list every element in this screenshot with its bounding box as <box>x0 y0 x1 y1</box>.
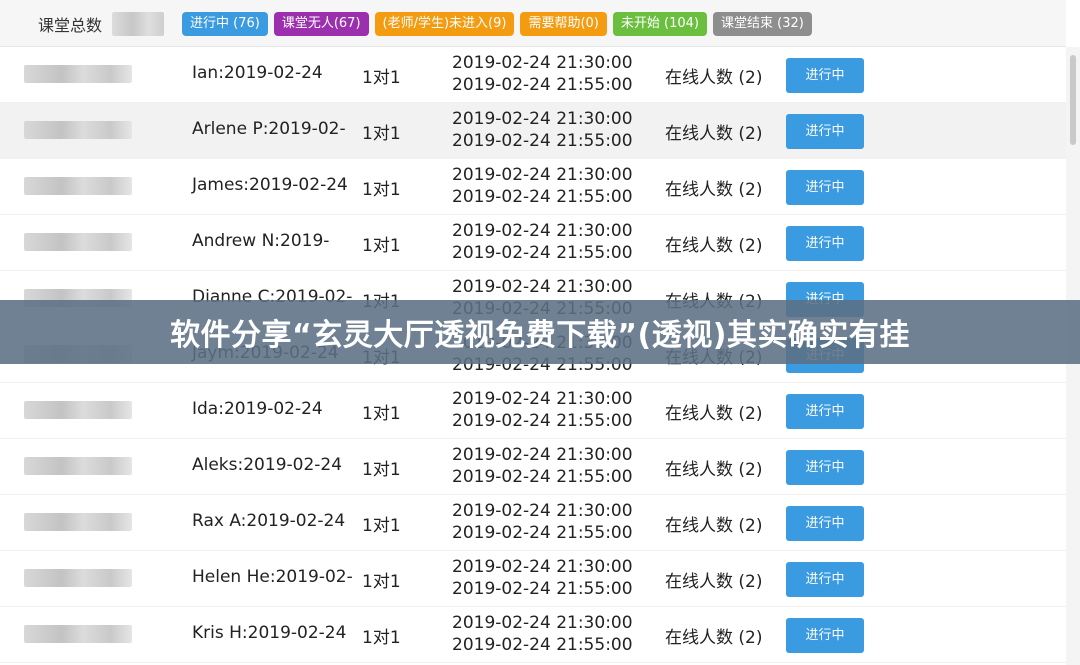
course-title: Aleks:2019-02-24 <box>192 455 343 475</box>
status-button[interactable]: 进行中 <box>786 618 864 653</box>
class-type: 1对1 <box>362 460 401 480</box>
class-time: 2019-02-24 21:30:002019-02-24 21:55:00 <box>452 108 633 152</box>
online-count: 在线人数 (2) <box>665 572 763 592</box>
overlay-banner: 软件分享“玄灵大厅透视免费下载”(透视)其实确实有挂 <box>0 300 1080 364</box>
end-time: 2019-02-24 21:55:00 <box>452 75 633 95</box>
table-row[interactable]: Rax A:2019-02-24 1对1 2019-02-24 21:30:00 20… <box>0 495 1066 551</box>
filter-chip[interactable]: 需要帮助(0) <box>520 12 607 36</box>
class-type: 1对1 <box>362 572 401 592</box>
start-time: 2019-02-24 21:30:00 <box>452 389 633 409</box>
start-time: 2019-02-24 21:30:00 <box>452 445 633 465</box>
blurred-student-name <box>24 65 132 83</box>
banner-text: 软件分享“玄灵大厅透视免费下载”(透视)其实确实有挂 <box>170 318 910 353</box>
table-row[interactable]: Aleks:2019-02-24 1对1 2019-02-24 21:30:00 20… <box>0 439 1066 495</box>
blurred-student-name <box>24 625 132 643</box>
total-classes-label: 课堂总数 <box>38 16 103 35</box>
class-type: 1对1 <box>362 628 401 648</box>
online-count: 在线人数 (2) <box>665 516 763 536</box>
start-time: 2019-02-24 21:30:00 <box>452 221 633 241</box>
status-button[interactable]: 进行中 <box>786 506 864 541</box>
blurred-student-name <box>24 121 132 139</box>
table-row[interactable]: Ida:2019-02-24 1对1 2019-02-24 21:30:00 2019… <box>0 383 1066 439</box>
blurred-student-name <box>24 233 132 251</box>
status-button[interactable]: 进行中 <box>786 170 864 205</box>
end-time: 2019-02-24 21:55:00 <box>452 467 633 487</box>
end-time: 2019-02-24 21:55:00 <box>452 635 633 655</box>
end-time: 2019-02-24 21:55:00 <box>452 579 633 599</box>
start-time: 2019-02-24 21:30:00 <box>452 53 633 73</box>
online-count: 在线人数 (2) <box>665 236 763 256</box>
filter-chip[interactable]: 课堂无人(67) <box>273 12 369 36</box>
class-time: 2019-02-24 21:30:002019-02-24 21:55:00 <box>452 52 633 96</box>
start-time: 2019-02-24 21:30:00 <box>452 109 633 129</box>
blurred-student-name <box>24 177 132 195</box>
status-button[interactable]: 进行中 <box>786 394 864 429</box>
class-type: 1对1 <box>362 180 401 200</box>
filter-chip[interactable]: 课堂结束 (32) <box>712 12 812 36</box>
course-title: Ian:2019-02-24 <box>192 63 323 83</box>
blurred-student-name <box>24 401 132 419</box>
course-title: Rax A:2019-02-24 <box>192 511 346 531</box>
end-time: 2019-02-24 21:55:00 <box>452 411 633 431</box>
class-type: 1对1 <box>362 404 401 424</box>
online-count: 在线人数 (2) <box>665 460 763 480</box>
end-time: 2019-02-24 21:55:00 <box>452 187 633 207</box>
status-button[interactable]: 进行中 <box>786 562 864 597</box>
total-classes-count-blurred <box>112 12 164 36</box>
filter-chip[interactable]: 未开始 (104) <box>612 12 707 36</box>
filter-header: 课堂总数 进行中 (76) 课堂无人(67) (老师/学生)未进入(9) 需要帮助(0… <box>0 0 1066 47</box>
status-button[interactable]: 进行中 <box>786 226 864 261</box>
table-row[interactable]: Arlene P:2019-02- 1对1 2019-02-24 21:30:00 2… <box>0 103 1066 159</box>
table-row[interactable]: Ian:2019-02-24 1对1 2019-02-24 21:30:00 2019… <box>0 47 1066 103</box>
table-row[interactable]: James:2019-02-24 1对1 2019-02-24 21:30:00 20… <box>0 159 1066 215</box>
class-type: 1对1 <box>362 516 401 536</box>
class-time: 2019-02-24 21:30:002019-02-24 21:55:00 <box>452 612 633 656</box>
status-button[interactable]: 进行中 <box>786 450 864 485</box>
course-title: Andrew N:2019- <box>192 231 330 251</box>
end-time: 2019-02-24 21:55:00 <box>452 243 633 263</box>
class-time: 2019-02-24 21:30:002019-02-24 21:55:00 <box>452 164 633 208</box>
course-title: Arlene P:2019-02- <box>192 119 346 139</box>
online-count: 在线人数 (2) <box>665 68 763 88</box>
filter-chip[interactable]: 进行中 (76) <box>182 12 268 36</box>
class-time: 2019-02-24 21:30:002019-02-24 21:55:00 <box>452 444 633 488</box>
online-count: 在线人数 (2) <box>665 404 763 424</box>
blurred-student-name <box>24 569 132 587</box>
status-button[interactable]: 进行中 <box>786 114 864 149</box>
online-count: 在线人数 (2) <box>665 180 763 200</box>
end-time: 2019-02-24 21:55:00 <box>452 523 633 543</box>
course-title: Helen He:2019-02- <box>192 567 353 587</box>
filter-chip[interactable]: (老师/学生)未进入(9) <box>374 12 515 36</box>
table-row[interactable]: Andrew N:2019- 1对1 2019-02-24 21:30:00 2019… <box>0 215 1066 271</box>
start-time: 2019-02-24 21:30:00 <box>452 277 633 297</box>
class-time: 2019-02-24 21:30:002019-02-24 21:55:00 <box>452 388 633 432</box>
online-count: 在线人数 (2) <box>665 124 763 144</box>
course-title: Ida:2019-02-24 <box>192 399 323 419</box>
start-time: 2019-02-24 21:30:00 <box>452 165 633 185</box>
blurred-student-name <box>24 513 132 531</box>
end-time: 2019-02-24 21:55:00 <box>452 131 633 151</box>
table-row[interactable]: Kris H:2019-02-24 1对1 2019-02-24 21:30:00 2… <box>0 607 1066 663</box>
status-filter-group: 进行中 (76) 课堂无人(67) (老师/学生)未进入(9) 需要帮助(0) 未开始 … <box>182 12 812 36</box>
class-time: 2019-02-24 21:30:002019-02-24 21:55:00 <box>452 220 633 264</box>
table-row[interactable]: Helen He:2019-02- 1对1 2019-02-24 21:30:00 2… <box>0 551 1066 607</box>
start-time: 2019-02-24 21:30:00 <box>452 557 633 577</box>
start-time: 2019-02-24 21:30:00 <box>452 613 633 633</box>
class-time: 2019-02-24 21:30:002019-02-24 21:55:00 <box>452 556 633 600</box>
course-title: James:2019-02-24 <box>192 175 348 195</box>
class-time: 2019-02-24 21:30:002019-02-24 21:55:00 <box>452 500 633 544</box>
class-type: 1对1 <box>362 68 401 88</box>
scrollbar-thumb[interactable] <box>1070 55 1076 145</box>
class-type: 1对1 <box>362 124 401 144</box>
course-title: Kris H:2019-02-24 <box>192 623 347 643</box>
blurred-student-name <box>24 457 132 475</box>
status-button[interactable]: 进行中 <box>786 58 864 93</box>
start-time: 2019-02-24 21:30:00 <box>452 501 633 521</box>
online-count: 在线人数 (2) <box>665 628 763 648</box>
class-type: 1对1 <box>362 236 401 256</box>
